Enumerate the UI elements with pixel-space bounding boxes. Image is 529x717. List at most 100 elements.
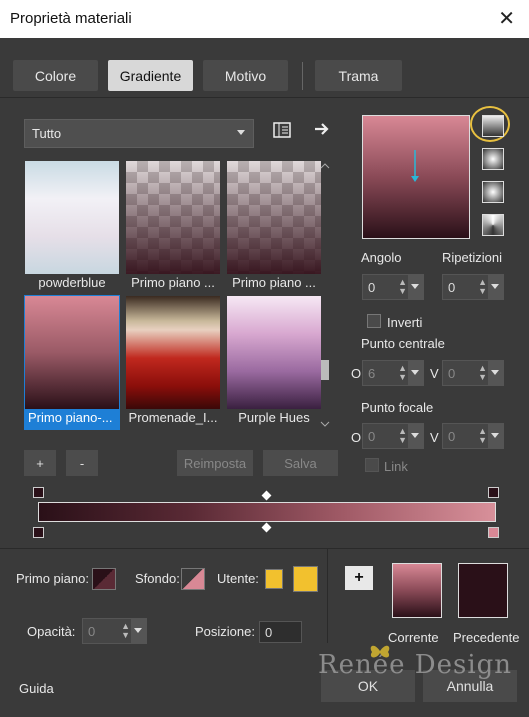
gradient-stop-bottom-right[interactable] (488, 527, 499, 538)
scrollbar-thumb[interactable] (321, 360, 329, 380)
chevron-down-icon[interactable] (408, 275, 423, 299)
swatch-preview (227, 296, 321, 409)
title-bar: Proprietà materiali ✕ (0, 0, 529, 38)
foreground-swatch[interactable] (92, 568, 116, 590)
angle-label: Angolo (361, 250, 402, 265)
library-icon[interactable] (272, 122, 292, 142)
spinner-arrows-icon: ▲ ▼ (478, 426, 487, 445)
spinner-arrows-icon: ▲ ▼ (398, 277, 407, 296)
gradient-editor-bar[interactable] (38, 502, 496, 522)
rectangular-gradient-icon[interactable] (482, 148, 504, 170)
category-value: Tutto (32, 126, 62, 141)
swatch-preview (25, 161, 119, 274)
tab-gradiente[interactable]: Gradiente (108, 60, 193, 91)
watermark-logo: Renée Design (318, 645, 513, 680)
scrollbar-track (320, 163, 330, 427)
angle-value: 0 (368, 280, 376, 295)
center-v-spinner[interactable]: 0 ▲ ▼ (442, 360, 504, 386)
help-link[interactable]: Guida (19, 681, 54, 696)
opacity-spinner[interactable]: 0 ▲ ▼ (82, 618, 147, 644)
spinner-arrows-icon: ▲ ▼ (121, 621, 130, 640)
swatch-label: Primo piano ... (131, 275, 215, 290)
center-h-spinner[interactable]: 6 ▲ ▼ (362, 360, 424, 386)
focal-v-value: 0 (448, 429, 456, 444)
chevron-down-icon (237, 130, 245, 135)
focal-h-spinner[interactable]: 0 ▲ ▼ (362, 423, 424, 449)
reset-button[interactable]: Reimposta (177, 450, 253, 476)
swatch-label: Purple Hues (238, 410, 310, 425)
tab-motivo[interactable]: Motivo (203, 60, 288, 91)
save-gradient-button[interactable]: Salva (263, 450, 338, 476)
spinner-arrows-icon: ▲ ▼ (478, 277, 487, 296)
gradient-swatch-purple-hues[interactable]: Purple Hues (226, 295, 322, 430)
butterfly-icon (370, 645, 390, 658)
swatch-label: Primo piano ... (232, 275, 316, 290)
chevron-down-icon[interactable] (488, 424, 503, 448)
user-color-swatch[interactable] (265, 569, 283, 589)
link-checkbox[interactable] (365, 458, 379, 472)
gradient-stop-bottom-left[interactable] (33, 527, 44, 538)
window-title: Proprietà materiali (10, 10, 132, 27)
chevron-down-icon[interactable] (408, 361, 423, 385)
foreground-label: Primo piano: (16, 571, 89, 586)
angle-spinner[interactable]: 0 ▲ ▼ (362, 274, 424, 300)
link-label: Link (384, 459, 408, 474)
gradient-midpoint-bottom[interactable] (261, 522, 272, 533)
dialog-body: Colore Gradiente Motivo Trama Tutto powd… (0, 38, 529, 717)
current-swatch[interactable] (392, 563, 442, 618)
tab-colore[interactable]: Colore (13, 60, 98, 91)
swatch-label: Promenade_I... (128, 410, 218, 425)
repeat-spinner[interactable]: 0 ▲ ▼ (442, 274, 504, 300)
gallery-scrollbar[interactable] (318, 160, 332, 430)
gradient-swatch-primo-piano-2[interactable]: Primo piano ... (226, 160, 322, 295)
chevron-down-icon[interactable] (488, 275, 503, 299)
tab-trama[interactable]: Trama (315, 60, 402, 91)
gradient-stop-top-left[interactable] (33, 487, 44, 498)
section-divider-vertical (327, 548, 328, 643)
gradient-swatch-promenade[interactable]: Promenade_I... (125, 295, 221, 430)
category-select[interactable]: Tutto (24, 119, 254, 148)
sunburst-gradient-icon[interactable] (482, 214, 504, 236)
chevron-down-icon[interactable] (131, 619, 146, 643)
focal-point-label: Punto focale (361, 400, 434, 415)
invert-checkbox[interactable] (367, 314, 381, 328)
gradient-swatch-primo-piano-1[interactable]: Primo piano ... (125, 160, 221, 295)
gradient-preview[interactable] (362, 115, 470, 239)
position-field[interactable]: 0 (259, 621, 302, 643)
repeat-label: Ripetizioni (442, 250, 502, 265)
focal-h-value: 0 (368, 429, 376, 444)
focal-h-prefix: O (351, 430, 362, 445)
add-gradient-button[interactable]: + (24, 450, 56, 476)
position-value: 0 (265, 625, 273, 640)
radial-gradient-icon[interactable] (482, 181, 504, 203)
gradient-swatch-powderblue[interactable]: powderblue (24, 160, 120, 295)
user-label: Utente: (217, 571, 259, 586)
background-swatch[interactable] (181, 568, 205, 590)
spinner-arrows-icon: ▲ ▼ (478, 363, 487, 382)
swatch-preview (126, 296, 220, 409)
center-point-label: Punto centrale (361, 336, 445, 351)
chevron-down-icon[interactable] (488, 361, 503, 385)
tab-bar: Colore Gradiente Motivo Trama (0, 38, 529, 98)
add-swatch-button[interactable]: + (345, 566, 373, 590)
center-h-prefix: O (351, 366, 362, 381)
arrow-right-icon[interactable] (312, 120, 332, 140)
swatch-preview (25, 296, 119, 409)
previous-label: Precedente (453, 630, 520, 645)
user-color-swatch-large[interactable] (293, 566, 318, 592)
watermark-text: Renée Design (318, 650, 513, 680)
previous-swatch[interactable] (458, 563, 508, 618)
swatch-preview (126, 161, 220, 274)
gradient-gallery: powderblue Primo piano ... Primo piano .… (24, 160, 324, 430)
gradient-swatch-primo-piano-selected[interactable]: Primo piano-... (24, 295, 120, 430)
chevron-down-icon[interactable] (408, 424, 423, 448)
linear-gradient-icon[interactable] (482, 115, 504, 137)
gradient-midpoint-top[interactable] (261, 490, 272, 501)
remove-gradient-button[interactable]: - (66, 450, 98, 476)
gradient-stop-top-right[interactable] (488, 487, 499, 498)
focal-v-spinner[interactable]: 0 ▲ ▼ (442, 423, 504, 449)
swatch-label: Primo piano-... (28, 410, 113, 425)
close-icon[interactable]: ✕ (498, 6, 515, 31)
opacity-value: 0 (88, 624, 96, 639)
section-divider (0, 548, 529, 549)
